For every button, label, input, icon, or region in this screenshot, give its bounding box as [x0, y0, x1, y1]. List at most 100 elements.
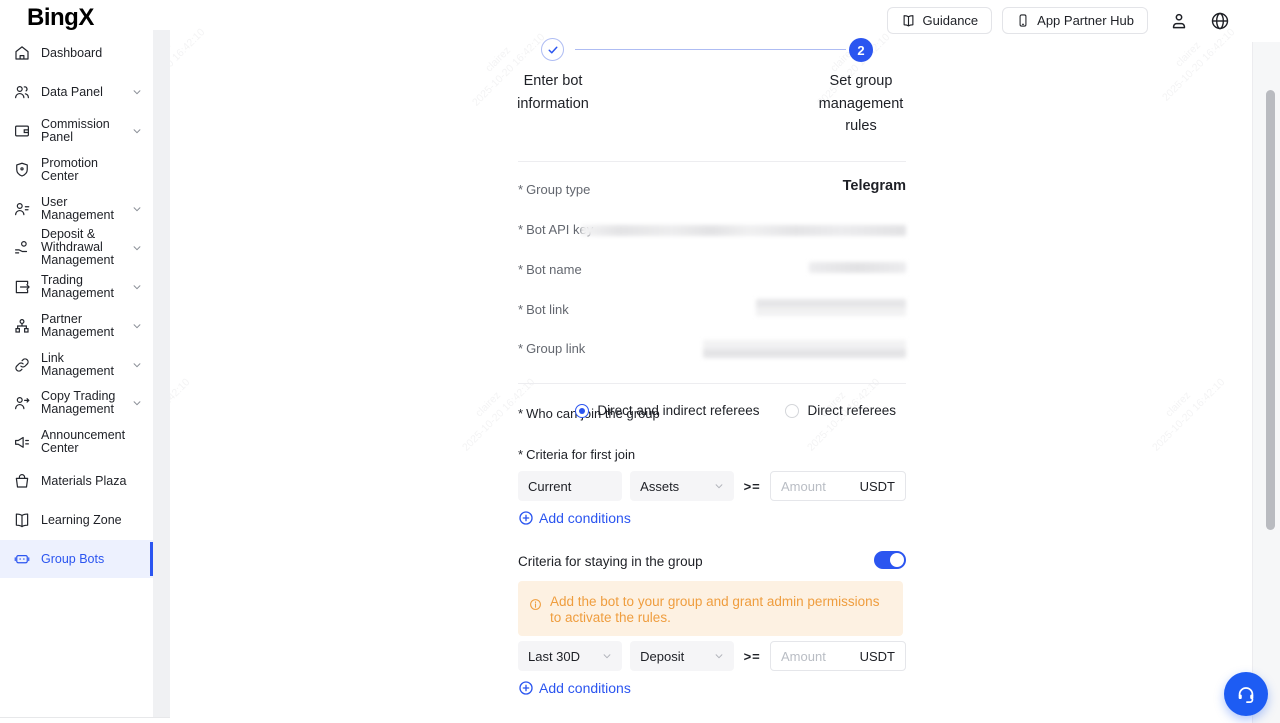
staying-add-conditions-link[interactable]: Add conditions	[518, 680, 631, 696]
link-icon	[13, 356, 31, 374]
first-join-criteria-label-row: *Criteria for first join	[518, 446, 906, 464]
shield-icon	[13, 161, 31, 179]
robot-icon	[13, 550, 31, 568]
home-icon	[13, 44, 31, 62]
first-join-period-select[interactable]: Current	[518, 471, 622, 501]
bot-name-label: *Bot name	[518, 262, 582, 277]
warning-text: Add the bot to your group and grant admi…	[550, 591, 891, 626]
sidebar-item-learning-zone[interactable]: Learning Zone	[0, 501, 153, 540]
first-join-condition-row: Current Assets >= USDT	[518, 471, 906, 501]
admin-permission-warning: Add the bot to your group and grant admi…	[518, 581, 903, 636]
who-can-join-options: Direct and indirect referees Direct refe…	[575, 403, 896, 418]
radio-unselected-icon[interactable]	[785, 404, 799, 418]
sidebar-item-partner-management[interactable]: Partner Management	[0, 306, 153, 345]
staying-condition-row: Last 30D Deposit >= USDT	[518, 641, 906, 671]
sidebar-item-copy-trading[interactable]: Copy Trading Management	[0, 384, 153, 423]
trading-icon	[13, 278, 31, 296]
sidebar-item-promotion-center[interactable]: Promotion Center	[0, 151, 153, 190]
sidebar-item-dashboard[interactable]: Dashboard	[0, 34, 153, 73]
group-type-row: *Group type Telegram	[518, 181, 906, 199]
page-scrollbar-track[interactable]	[1252, 42, 1280, 723]
radio-direct-referees[interactable]: Direct referees	[785, 403, 896, 418]
account-avatar-icon[interactable]	[1169, 11, 1189, 31]
first-join-currency: USDT	[860, 479, 895, 494]
watermark: clairez2025-10-20 16:42:10	[1139, 365, 1229, 455]
app-partner-hub-label: App Partner Hub	[1037, 13, 1134, 28]
copy-trading-icon	[13, 394, 31, 412]
staying-metric-select[interactable]: Deposit	[630, 641, 734, 671]
staying-period-select[interactable]: Last 30D	[518, 641, 622, 671]
group-type-value: Telegram	[843, 178, 906, 194]
first-join-metric-select[interactable]: Assets	[630, 471, 734, 501]
first-join-criteria-label: *Criteria for first join	[518, 447, 635, 462]
radio-direct-and-indirect-referees[interactable]: Direct and indirect referees	[575, 403, 759, 418]
app-partner-hub-button[interactable]: App Partner Hub	[1002, 7, 1148, 34]
sidebar-item-announcement-center[interactable]: Announcement Center	[0, 423, 153, 462]
chevron-down-icon	[714, 651, 724, 661]
group-link-label: *Group link	[518, 341, 585, 356]
chevron-down-icon	[132, 321, 142, 331]
bot-name-redacted-value	[809, 262, 906, 273]
sidebar-item-link-management[interactable]: Link Management	[0, 345, 153, 384]
step1-label: Enter bot information	[508, 70, 598, 115]
customer-support-button[interactable]	[1224, 672, 1268, 716]
who-can-join-row: *Who can join the group Direct and indir…	[518, 405, 906, 423]
chevron-down-icon	[132, 87, 142, 97]
wallet-icon	[13, 122, 31, 140]
book-icon	[13, 511, 31, 529]
sidebar-scroll-gutter[interactable]	[153, 30, 170, 718]
info-icon	[529, 598, 543, 626]
first-join-amount-input[interactable]	[781, 479, 854, 494]
headset-icon	[1235, 683, 1257, 705]
sidebar-item-deposit-withdrawal[interactable]: Deposit & Withdrawal Management	[0, 228, 153, 267]
bot-link-redacted-value	[756, 299, 906, 316]
check-icon	[547, 44, 559, 56]
chevron-down-icon	[602, 651, 612, 661]
sidebar-item-trading-management[interactable]: Trading Management	[0, 267, 153, 306]
page-scrollbar-thumb[interactable]	[1266, 90, 1275, 530]
language-globe-icon[interactable]	[1210, 11, 1230, 31]
stepper: 2 Enter bot information Set group manage…	[518, 38, 906, 158]
guidance-button[interactable]: Guidance	[887, 7, 993, 34]
megaphone-icon	[13, 433, 31, 451]
chevron-down-icon	[132, 204, 142, 214]
chevron-down-icon	[132, 360, 142, 370]
first-join-amount-field: USDT	[770, 471, 906, 501]
bot-api-key-row: *Bot API key	[518, 221, 906, 239]
staying-criteria-row: Criteria for staying in the group	[518, 553, 906, 571]
step2-circle: 2	[849, 38, 873, 62]
divider	[518, 383, 906, 384]
bot-api-key-redacted-value	[581, 225, 906, 236]
staying-amount-input[interactable]	[781, 649, 854, 664]
chevron-down-icon	[132, 398, 142, 408]
first-join-add-conditions-link[interactable]: Add conditions	[518, 510, 631, 526]
user-icon	[13, 200, 31, 218]
staying-currency: USDT	[860, 649, 895, 664]
org-chart-icon	[13, 317, 31, 335]
guidance-label: Guidance	[923, 13, 979, 28]
chevron-down-icon	[714, 481, 724, 491]
step2-label: Set group management rules	[811, 70, 911, 138]
chevron-down-icon	[132, 126, 142, 136]
chevron-down-icon	[132, 243, 142, 253]
staying-criteria-toggle[interactable]	[874, 551, 906, 569]
stepper-connector	[575, 49, 846, 50]
data-panel-icon	[13, 83, 31, 101]
sidebar-item-materials-plaza[interactable]: Materials Plaza	[0, 462, 153, 501]
bingx-logo: BingX	[27, 4, 94, 32]
bot-name-row: *Bot name	[518, 261, 906, 279]
plus-circle-icon	[518, 510, 534, 526]
chevron-down-icon	[132, 282, 142, 292]
sidebar-item-group-bots[interactable]: Group Bots	[0, 540, 153, 579]
bot-link-label: *Bot link	[518, 302, 569, 317]
sidebar-item-data-panel[interactable]: Data Panel	[0, 73, 153, 112]
sidebar-item-user-management[interactable]: User Management	[0, 190, 153, 229]
plus-circle-icon	[518, 680, 534, 696]
header-actions: Guidance App Partner Hub	[887, 7, 1231, 34]
staying-operator: >=	[734, 649, 770, 664]
group-link-row: *Group link	[518, 340, 906, 358]
radio-selected-icon[interactable]	[575, 404, 589, 418]
group-type-label: *Group type	[518, 182, 590, 197]
staying-amount-field: USDT	[770, 641, 906, 671]
sidebar-item-commission-panel[interactable]: Commission Panel	[0, 112, 153, 151]
